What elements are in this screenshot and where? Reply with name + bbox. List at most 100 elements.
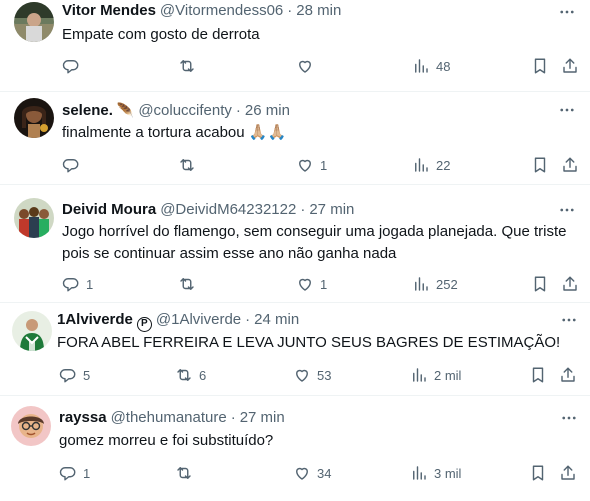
more-icon[interactable] — [558, 3, 576, 21]
views-icon — [415, 59, 428, 73]
timestamp[interactable]: 28 min — [296, 1, 341, 21]
share-icon — [561, 465, 575, 480]
tweet-4[interactable]: 1Alviverde P @1Alviverde · 24 min FORA A… — [0, 303, 590, 396]
tweet-text: Empate com gosto de derrota — [62, 26, 260, 43]
more-icon[interactable] — [558, 201, 576, 219]
reply-icon — [59, 467, 76, 481]
tweet-5[interactable]: rayssa @thehumanature · 27 min gomez mor… — [0, 396, 590, 501]
avatar-image — [14, 2, 54, 42]
more-icon[interactable] — [558, 101, 576, 119]
views-icon — [413, 368, 426, 382]
separator-dot: · — [245, 311, 251, 328]
avatar[interactable] — [14, 98, 54, 138]
timestamp[interactable]: 27 min — [309, 200, 354, 220]
retweet-button[interactable] — [175, 464, 199, 482]
views-button[interactable]: 48 — [412, 57, 450, 75]
retweet-icon — [177, 369, 191, 381]
more-icon[interactable] — [560, 409, 578, 427]
views-button[interactable]: 2 mil — [410, 366, 461, 384]
avatar[interactable] — [11, 406, 51, 446]
avatar[interactable] — [12, 311, 52, 351]
tweet-1[interactable]: Vitor Mendes @Vitormendess06 · 28 min Em… — [0, 0, 590, 92]
share-icon — [563, 276, 577, 291]
views-button[interactable]: 3 mil — [410, 464, 461, 482]
separator-dot: · — [300, 201, 306, 218]
timestamp[interactable]: 27 min — [240, 408, 285, 428]
display-name[interactable]: Deivid Moura — [62, 200, 156, 220]
share-button[interactable] — [561, 57, 579, 75]
bookmark-button[interactable] — [531, 57, 549, 75]
retweet-button[interactable] — [178, 275, 202, 293]
bookmark-icon — [534, 58, 546, 74]
display-name[interactable]: Vitor Mendes — [62, 1, 156, 21]
separator-dot: · — [287, 2, 293, 19]
like-button[interactable] — [296, 57, 320, 75]
views-icon — [415, 158, 428, 172]
reply-count: 1 — [86, 276, 94, 292]
retweet-icon — [180, 278, 194, 290]
username-handle[interactable]: @1Alviverde — [156, 310, 241, 330]
username-handle[interactable]: @DeividM64232122 — [160, 200, 296, 220]
reply-button[interactable]: 1 — [62, 275, 93, 293]
display-name[interactable]: rayssa — [59, 408, 107, 428]
reply-button[interactable] — [62, 156, 86, 174]
retweet-button[interactable] — [178, 156, 202, 174]
retweet-button[interactable]: 6 — [175, 366, 206, 384]
views-icon — [415, 277, 428, 291]
reply-icon — [62, 159, 79, 173]
tweet-3[interactable]: Deivid Moura @DeividM64232122 · 27 min J… — [0, 185, 590, 303]
retweet-button[interactable] — [178, 57, 202, 75]
avatar[interactable] — [14, 2, 54, 42]
more-icon[interactable] — [560, 311, 578, 329]
retweet-icon — [177, 467, 191, 479]
tweet-2[interactable]: selene. 🪶 @coluccifenty · 26 min finalme… — [0, 92, 590, 185]
reply-button[interactable]: 5 — [59, 366, 90, 384]
views-count: 3 mil — [434, 465, 462, 481]
share-icon — [563, 58, 577, 73]
avatar[interactable] — [14, 198, 54, 238]
views-count: 22 — [436, 157, 451, 173]
like-button[interactable]: 53 — [293, 366, 331, 384]
share-button[interactable] — [561, 275, 579, 293]
tweet-text: gomez morreu e foi substituído? — [59, 432, 274, 449]
bookmark-icon — [532, 465, 544, 481]
share-button[interactable] — [561, 156, 579, 174]
timestamp[interactable]: 24 min — [254, 310, 299, 330]
display-name[interactable]: 1Alviverde — [57, 310, 133, 330]
username-handle[interactable]: @coluccifenty — [138, 101, 232, 121]
share-button[interactable] — [559, 464, 577, 482]
display-name[interactable]: selene. — [62, 101, 113, 121]
like-button[interactable]: 34 — [293, 464, 331, 482]
feather-emoji: 🪶 — [116, 102, 135, 118]
bookmark-button[interactable] — [531, 156, 549, 174]
like-button[interactable]: 1 — [296, 275, 327, 293]
like-button[interactable]: 1 — [296, 156, 327, 174]
share-button[interactable] — [559, 366, 577, 384]
timestamp[interactable]: 26 min — [245, 101, 290, 121]
bookmark-button[interactable] — [529, 464, 547, 482]
heart-icon — [299, 159, 311, 172]
views-count: 2 mil — [434, 367, 462, 383]
separator-dot: · — [235, 102, 241, 119]
like-count: 53 — [317, 367, 332, 383]
views-button[interactable]: 252 — [412, 275, 458, 293]
username-handle[interactable]: @Vitormendess06 — [160, 1, 283, 21]
avatar-image — [12, 311, 52, 351]
bookmark-button[interactable] — [531, 275, 549, 293]
views-button[interactable]: 22 — [412, 156, 450, 174]
tweet-text: FORA ABEL FERREIRA E LEVA JUNTO SEUS BAG… — [57, 334, 561, 351]
heart-icon — [296, 369, 308, 382]
bookmark-button[interactable] — [529, 366, 547, 384]
reply-count: 1 — [83, 465, 91, 481]
reply-button[interactable]: 1 — [59, 464, 90, 482]
avatar-image — [11, 406, 51, 446]
bookmark-icon — [534, 157, 546, 173]
avatar-image — [14, 198, 54, 238]
reply-button[interactable] — [62, 57, 86, 75]
tweet-text: finalmente a tortura acabou 🙏🏼🙏🏼 — [62, 124, 287, 141]
reply-icon — [59, 369, 76, 383]
username-handle[interactable]: @thehumanature — [111, 408, 227, 428]
bookmark-icon — [532, 367, 544, 383]
retweet-count: 6 — [199, 367, 207, 383]
reply-icon — [62, 278, 79, 292]
